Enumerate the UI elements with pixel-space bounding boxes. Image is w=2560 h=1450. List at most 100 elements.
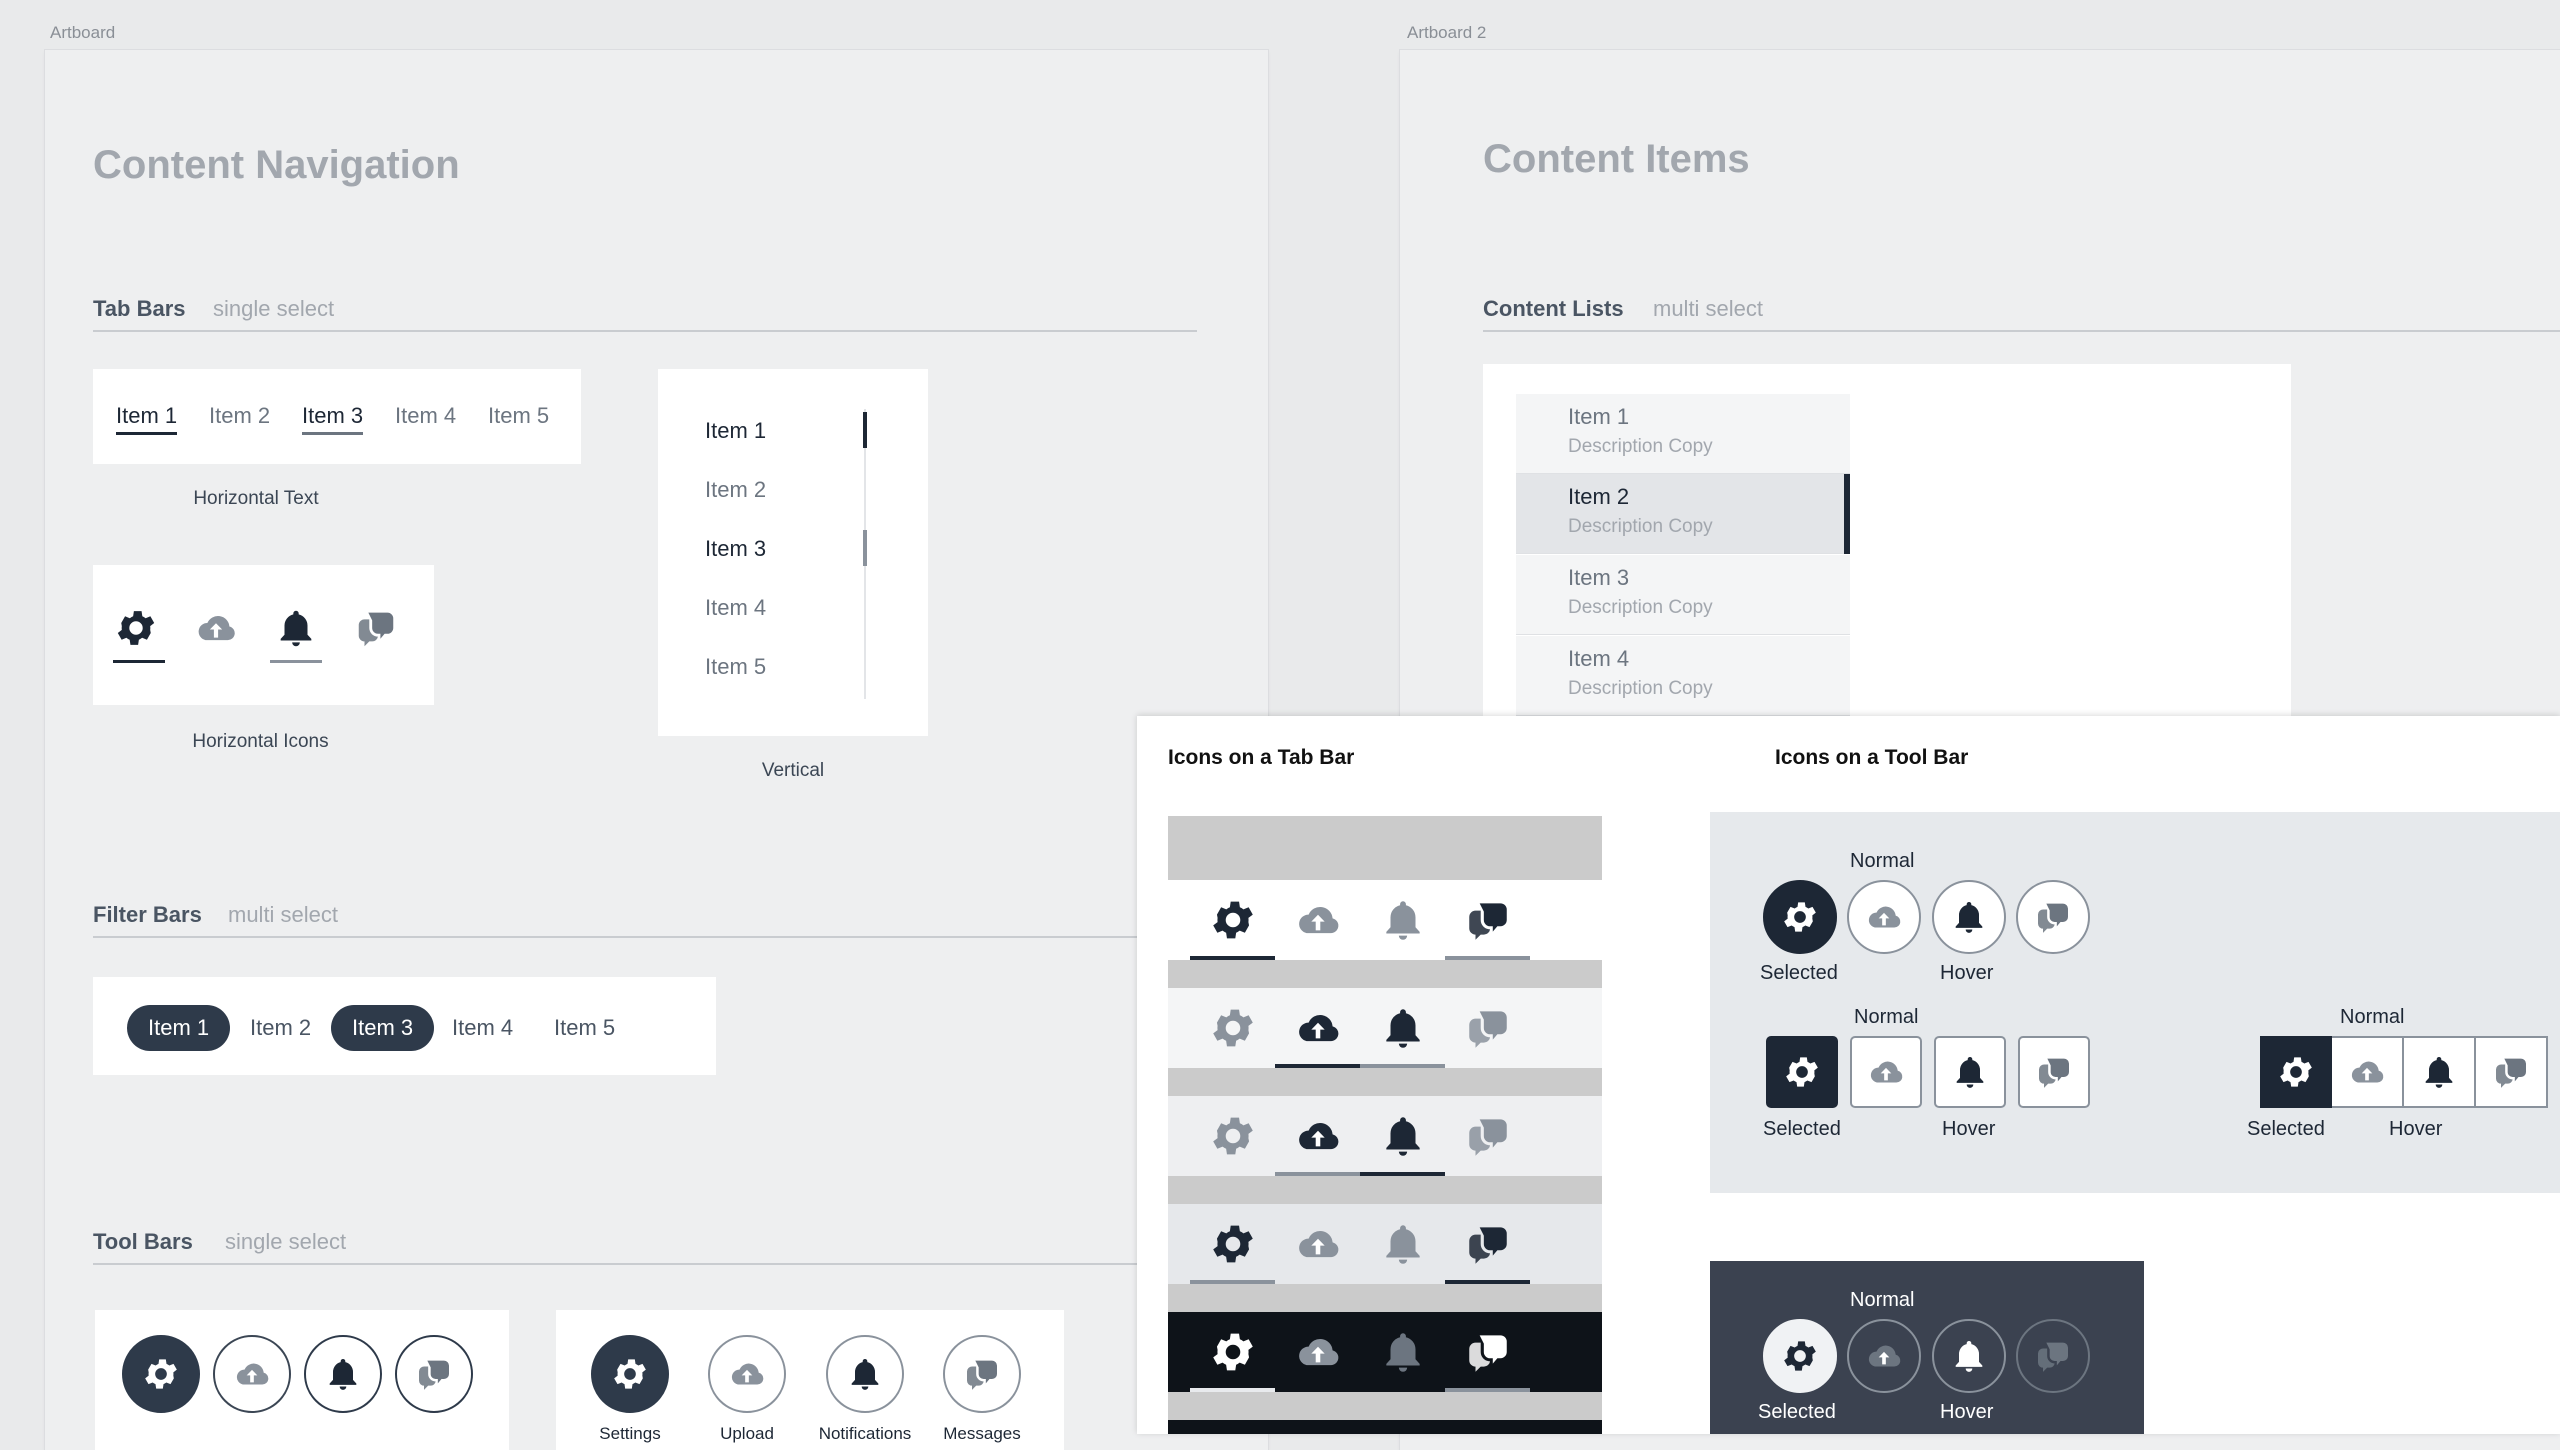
chat-icon[interactable] — [353, 605, 403, 655]
bell-icon[interactable] — [273, 605, 323, 655]
upload-button[interactable] — [1847, 1319, 1921, 1393]
messages-button[interactable] — [2016, 1319, 2090, 1393]
chat-icon — [2034, 1052, 2074, 1092]
filter-item-1[interactable]: Item 1 — [127, 1005, 231, 1051]
section-title-content-lists: Content Lists — [1483, 296, 1624, 321]
settings-button[interactable] — [1763, 880, 1837, 954]
filter-bar: Item 1 Item 2 Item 3 Item 4 Item 5 — [93, 977, 716, 1075]
cloud-upload-icon[interactable] — [1275, 988, 1360, 1068]
state-label-hover: Hover — [1940, 1401, 1994, 1423]
gear-icon[interactable] — [1190, 988, 1275, 1068]
filter-item-5[interactable]: Item 5 — [533, 1005, 636, 1051]
chat-icon — [414, 1354, 454, 1394]
vtab-item-5[interactable]: Item 5 — [705, 654, 766, 680]
vtab-item-1[interactable]: Item 1 — [705, 418, 766, 444]
gear-icon[interactable] — [113, 605, 163, 655]
settings-button[interactable] — [1763, 1319, 1837, 1393]
tab-bar-light — [1168, 880, 1602, 960]
list-item-title: Item 4 — [1568, 646, 1630, 671]
messages-button[interactable] — [2018, 1036, 2090, 1108]
state-label-hover: Hover — [1940, 962, 1994, 984]
settings-button[interactable] — [2260, 1036, 2332, 1108]
tool-label-messages: Messages — [943, 1424, 1021, 1443]
notifications-button[interactable] — [2404, 1036, 2476, 1108]
filter-item-4[interactable]: Item 4 — [431, 1005, 534, 1051]
cloud-upload-icon — [1864, 1336, 1904, 1376]
list-item[interactable]: Item 1 Description Copy — [1516, 394, 1850, 474]
chat-icon[interactable] — [1445, 880, 1530, 960]
chat-icon[interactable] — [1445, 988, 1530, 1068]
bell-icon[interactable] — [1360, 1312, 1445, 1392]
vtab-item-3[interactable]: Item 3 — [705, 536, 766, 562]
upload-button[interactable] — [213, 1335, 291, 1413]
cloud-upload-icon[interactable] — [1275, 880, 1360, 960]
tab-item-3[interactable]: Item 3 — [302, 403, 364, 435]
notifications-button[interactable] — [304, 1335, 382, 1413]
bell-icon[interactable] — [1360, 880, 1445, 960]
settings-button[interactable] — [591, 1335, 669, 1413]
notifications-button[interactable] — [1932, 1319, 2006, 1393]
messages-button[interactable] — [2016, 880, 2090, 954]
settings-button[interactable] — [1766, 1036, 1838, 1108]
gear-icon[interactable] — [1190, 1096, 1275, 1176]
notifications-button[interactable] — [1932, 880, 2006, 954]
cloud-upload-icon — [2347, 1052, 2387, 1092]
gear-icon — [1780, 1336, 1820, 1376]
state-label-hover: Hover — [2389, 1118, 2443, 1140]
list-item[interactable]: Item 2 Description Copy — [1516, 474, 1850, 554]
bell-icon[interactable] — [1360, 988, 1445, 1068]
cloud-upload-icon[interactable] — [1275, 1096, 1360, 1176]
chat-icon[interactable] — [1445, 1096, 1530, 1176]
chat-icon[interactable] — [1445, 1204, 1530, 1284]
bell-icon — [323, 1354, 363, 1394]
messages-button[interactable] — [395, 1335, 473, 1413]
list-item[interactable]: Item 4 Description Copy — [1516, 636, 1850, 716]
upload-button[interactable] — [2332, 1036, 2404, 1108]
list-item[interactable]: Item 3 Description Copy — [1516, 555, 1850, 635]
settings-button[interactable] — [122, 1335, 200, 1413]
tab-underline — [270, 660, 322, 663]
tab-bar-light — [1168, 1096, 1602, 1176]
notifications-button[interactable] — [1934, 1036, 2006, 1108]
gear-icon[interactable] — [1190, 880, 1275, 960]
notifications-button[interactable] — [826, 1335, 904, 1413]
cloud-upload-icon[interactable] — [193, 605, 243, 655]
bell-icon[interactable] — [1360, 1096, 1445, 1176]
messages-button[interactable] — [2476, 1036, 2548, 1108]
divider — [1483, 330, 2560, 332]
upload-button[interactable] — [1847, 880, 1921, 954]
filter-item-2[interactable]: Item 2 — [229, 1005, 332, 1051]
icons-overlay-panel: Icons on a Tab Bar Icons on a Tool Bar N… — [1137, 716, 2560, 1434]
tab-item-2[interactable]: Item 2 — [209, 403, 270, 429]
vtab-item-4[interactable]: Item 4 — [705, 595, 766, 621]
section-subtitle: multi select — [1653, 296, 1764, 321]
tab-item-1[interactable]: Item 1 — [116, 403, 178, 435]
chat-icon — [2033, 1336, 2073, 1376]
tab-bar-states — [1168, 816, 1602, 1434]
bell-icon — [1949, 897, 1989, 937]
upload-button[interactable] — [1850, 1036, 1922, 1108]
artboard-label: Artboard — [50, 23, 116, 42]
bell-icon[interactable] — [1360, 1204, 1445, 1284]
messages-button[interactable] — [943, 1335, 1021, 1413]
tab-item-4[interactable]: Item 4 — [395, 403, 456, 429]
section-title-filter-bars: Filter Bars — [93, 902, 202, 927]
chat-icon[interactable] — [1445, 1312, 1530, 1392]
tool-label-notifications: Notifications — [818, 1424, 912, 1443]
tab-item-5[interactable]: Item 5 — [488, 403, 549, 429]
selection-indicator — [863, 412, 867, 448]
cloud-upload-icon[interactable] — [1275, 1312, 1360, 1392]
tool-bar-light-panel: Normal Selected Hover Normal Selected Ho… — [1710, 812, 2560, 1193]
gear-icon[interactable] — [1190, 1204, 1275, 1284]
gear-icon[interactable] — [1190, 1312, 1275, 1392]
vtab-item-2[interactable]: Item 2 — [705, 477, 766, 503]
gear-icon — [2276, 1052, 2316, 1092]
selection-indicator — [1844, 474, 1850, 554]
upload-button[interactable] — [708, 1335, 786, 1413]
filter-item-3[interactable]: Item 3 — [331, 1005, 435, 1051]
section-subtitle: single select — [225, 1229, 347, 1254]
section-subtitle: single select — [213, 296, 335, 321]
gear-icon — [141, 1354, 181, 1394]
cloud-upload-icon[interactable] — [1275, 1204, 1360, 1284]
list-item-desc: Description Copy — [1568, 678, 1713, 699]
